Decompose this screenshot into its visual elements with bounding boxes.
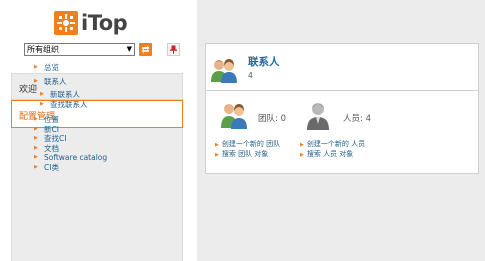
bullet-icon: ▶ <box>40 100 44 107</box>
dashlet-header: 联系人 4 <box>206 44 478 91</box>
menu-item-label: 新联系人 <box>50 90 80 99</box>
pin-icon <box>170 45 177 54</box>
create-team-link[interactable]: ▶ 创建一个新的 团队 <box>215 140 280 150</box>
create-team-label: 创建一个新的 团队 <box>221 140 281 148</box>
bullet-icon: ▶ <box>215 152 219 158</box>
menu-item-label: 位置 <box>44 115 59 124</box>
search-team-link[interactable]: ▶ 搜索 团队 对象 <box>215 150 268 160</box>
dashlet-title[interactable]: 联系人 <box>248 54 280 69</box>
bullet-icon: ▶ <box>40 91 44 97</box>
menu-item-search-contacts[interactable]: ▶ 查找联系人 <box>40 100 107 110</box>
menu-item-new-ci[interactable]: ▶ 新CI <box>34 125 107 135</box>
team-icon <box>221 104 247 129</box>
logo-text: iTop <box>81 11 128 35</box>
contacts-dashlet: 联系人 4 团队: 0 人员: 4 ▶创建一个新的 团队 ▶搜索 团队 对象 <box>205 43 479 174</box>
menu-item-label: Software catalog <box>44 153 108 162</box>
menu-item-overview[interactable]: ▶ 总览 <box>34 63 107 73</box>
menu-item-label: 文档 <box>44 143 59 153</box>
bullet-icon: ▶ <box>34 77 38 84</box>
menu-item-label: CI类 <box>44 162 59 172</box>
menu-item-search-ci[interactable]: ▶ 查找CI <box>34 134 107 144</box>
menu-item-label: 总览 <box>44 63 59 72</box>
search-person-label: 搜索 人员 对象 <box>306 150 354 158</box>
bullet-icon: ▶ <box>34 144 38 151</box>
menu-item-ci-types[interactable]: ▶ CI类 <box>34 163 107 173</box>
teams-count-label: 团队: 0 <box>258 114 286 124</box>
itop-logo[interactable]: iTop <box>54 11 134 37</box>
bullet-icon: ▶ <box>34 64 38 70</box>
dashlet-count: 4 <box>248 71 253 80</box>
menu-item-contacts[interactable]: ▶ 联系人 <box>34 77 107 87</box>
config-menu-tree: ▶ 总览 ▶ 联系人 ▶ 新联系人 ▶ 查找联系人 ▶ 位置 ▶ 新CI ▶ 查… <box>34 63 107 172</box>
org-go-button[interactable] <box>139 43 152 56</box>
create-person-label: 创建一个新的 人员 <box>306 140 366 148</box>
bullet-icon: ▶ <box>34 125 38 132</box>
bullet-icon: ▶ <box>34 135 38 141</box>
chevron-down-icon: ▼ <box>126 45 132 53</box>
main-content: 联系人 4 团队: 0 人员: 4 ▶创建一个新的 团队 ▶搜索 团队 对象 <box>197 0 485 261</box>
person-icon <box>307 103 329 130</box>
menu-item-label: 查找联系人 <box>50 99 88 109</box>
menu-item-new-contact[interactable]: ▶ 新联系人 <box>40 90 107 100</box>
menu-item-label: 联系人 <box>44 76 67 86</box>
menu-item-software-catalog[interactable]: ▶ Software catalog <box>34 153 107 163</box>
menu-item-label: 查找CI <box>44 134 67 143</box>
search-team-label: 搜索 团队 对象 <box>221 150 269 158</box>
search-person-link[interactable]: ▶ 搜索 人员 对象 <box>300 150 353 160</box>
pin-menu-button[interactable] <box>167 43 180 56</box>
bullet-icon: ▶ <box>300 152 304 158</box>
menu-item-locations[interactable]: ▶ 位置 <box>34 115 107 125</box>
bullet-icon: ▶ <box>34 163 38 170</box>
menu-item-label: 新CI <box>44 124 59 134</box>
bullet-icon: ▶ <box>34 154 38 160</box>
create-person-link[interactable]: ▶ 创建一个新的 人员 <box>300 140 365 150</box>
bullet-icon: ▶ <box>300 142 304 148</box>
organization-select[interactable]: 所有组织 ▼ <box>24 43 135 56</box>
org-go-icon <box>141 45 150 54</box>
organization-select-value: 所有组织 <box>27 45 59 54</box>
bullet-icon: ▶ <box>215 142 219 148</box>
contacts-icon <box>211 59 237 83</box>
menu-item-documents[interactable]: ▶ 文档 <box>34 144 107 154</box>
persons-count-label: 人员: 4 <box>343 114 371 124</box>
bullet-icon: ▶ <box>34 116 38 122</box>
left-pane: iTop 所有组织 ▼ 欢迎 配置管理 ▶ 总览 ▶ 联系人 ▶ 新联系人 ▶ … <box>0 0 197 261</box>
itop-logo-icon <box>54 11 78 35</box>
